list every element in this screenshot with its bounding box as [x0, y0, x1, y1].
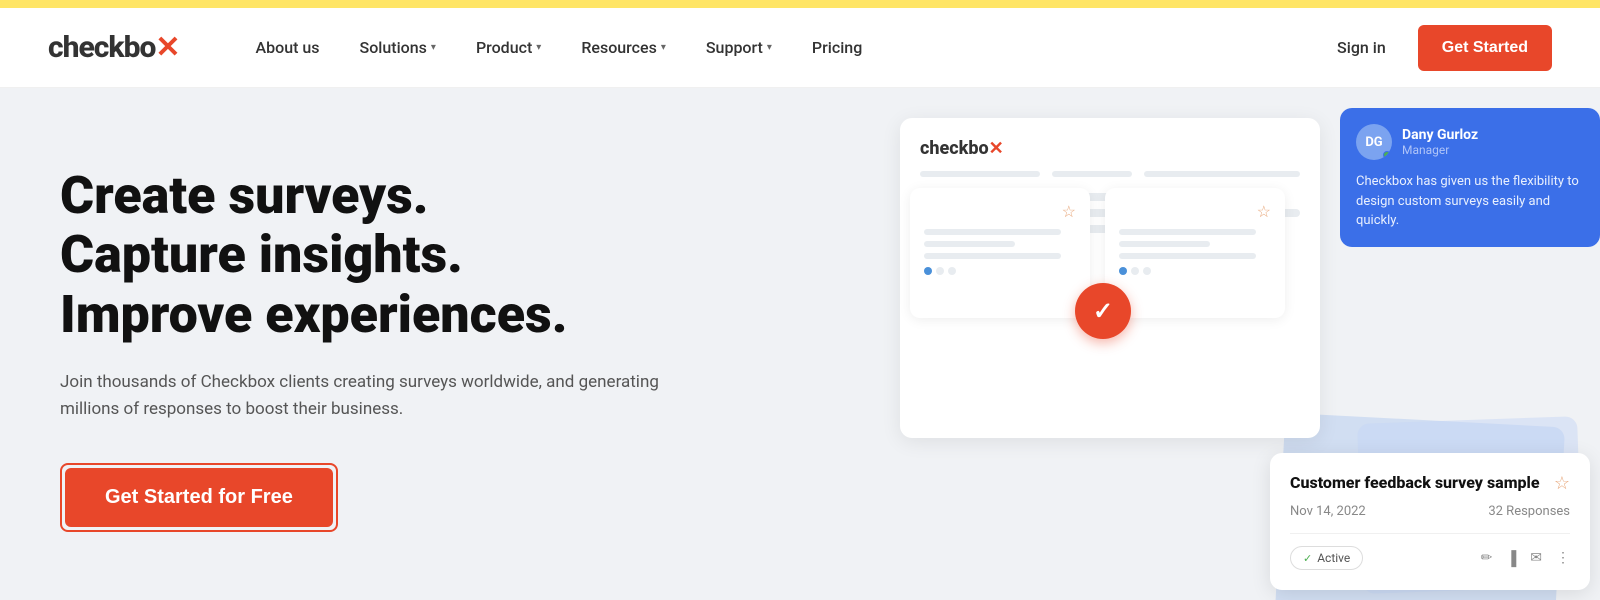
nav-solutions[interactable]: Solutions ▾ [344, 30, 452, 65]
edit-icon[interactable]: ✏ [1481, 550, 1493, 567]
product-chevron-icon: ▾ [536, 42, 541, 53]
header: checkbo✕ About us Solutions ▾ Product ▾ … [0, 8, 1600, 88]
feedback-meta: Nov 14, 2022 32 Responses [1290, 504, 1570, 519]
status-label: Active [1317, 551, 1350, 565]
chart-icon[interactable]: ▐ [1506, 550, 1516, 567]
testimonial-header: DG Dany Gurloz Manager [1356, 124, 1584, 160]
testimonial-info: Dany Gurloz Manager [1402, 127, 1478, 157]
testimonial-role: Manager [1402, 143, 1478, 157]
header-actions: Sign in Get Started [1321, 25, 1552, 71]
nav-resources[interactable]: Resources ▾ [565, 30, 682, 65]
check-circle-icon: ✓ [1075, 283, 1131, 339]
top-bar [0, 0, 1600, 8]
nav-about-us[interactable]: About us [240, 30, 336, 65]
online-indicator [1383, 151, 1391, 159]
avatar: DG [1356, 124, 1392, 160]
testimonial-name: Dany Gurloz [1402, 127, 1478, 143]
testimonial-card: DG Dany Gurloz Manager Checkbox has give… [1340, 108, 1600, 247]
resources-chevron-icon: ▾ [661, 42, 666, 53]
feedback-card-header: Customer feedback survey sample ☆ [1290, 473, 1570, 494]
hero-left: Create surveys. Capture insights. Improv… [0, 88, 880, 600]
feedback-star-icon: ☆ [1554, 473, 1570, 494]
testimonial-text: Checkbox has given us the flexibility to… [1356, 172, 1584, 231]
feedback-responses: 32 Responses [1488, 504, 1570, 519]
feedback-footer: ✓ Active ✏ ▐ ✉ ⋮ [1290, 546, 1570, 570]
nav-pricing[interactable]: Pricing [796, 30, 878, 65]
solutions-chevron-icon: ▾ [431, 42, 436, 53]
feedback-title: Customer feedback survey sample [1290, 473, 1540, 494]
cta-button[interactable]: Get Started for Free [65, 468, 333, 527]
card-logo: checkbo✕ [920, 138, 1300, 159]
star-icon: ☆ [924, 202, 1076, 221]
email-icon[interactable]: ✉ [1530, 550, 1542, 567]
hero-illustration: checkbo✕ ☆ ☆ [880, 88, 1600, 600]
nav-support[interactable]: Support ▾ [690, 30, 788, 65]
hero-title: Create surveys. Capture insights. Improv… [60, 166, 820, 345]
mini-card-2: ☆ [1105, 188, 1285, 318]
header-get-started-button[interactable]: Get Started [1418, 25, 1552, 71]
active-status-badge: ✓ Active [1290, 546, 1363, 570]
sign-in-button[interactable]: Sign in [1321, 30, 1402, 65]
hero-section: Create surveys. Capture insights. Improv… [0, 88, 1600, 600]
feedback-divider [1290, 533, 1570, 534]
hero-subtitle: Join thousands of Checkbox clients creat… [60, 369, 660, 423]
support-chevron-icon: ▾ [767, 42, 772, 53]
navigation: About us Solutions ▾ Product ▾ Resources… [240, 30, 1322, 65]
feedback-date: Nov 14, 2022 [1290, 504, 1366, 519]
feedback-card: Customer feedback survey sample ☆ Nov 14… [1270, 453, 1590, 590]
check-icon: ✓ [1303, 552, 1312, 565]
feedback-action-icons: ✏ ▐ ✉ ⋮ [1481, 550, 1570, 567]
mini-card-1: ☆ [910, 188, 1090, 318]
star-icon: ☆ [1119, 202, 1271, 221]
more-options-icon[interactable]: ⋮ [1556, 550, 1570, 567]
cta-button-wrapper: Get Started for Free [60, 463, 338, 532]
nav-product[interactable]: Product ▾ [460, 30, 557, 65]
logo[interactable]: checkbo✕ [48, 30, 180, 65]
